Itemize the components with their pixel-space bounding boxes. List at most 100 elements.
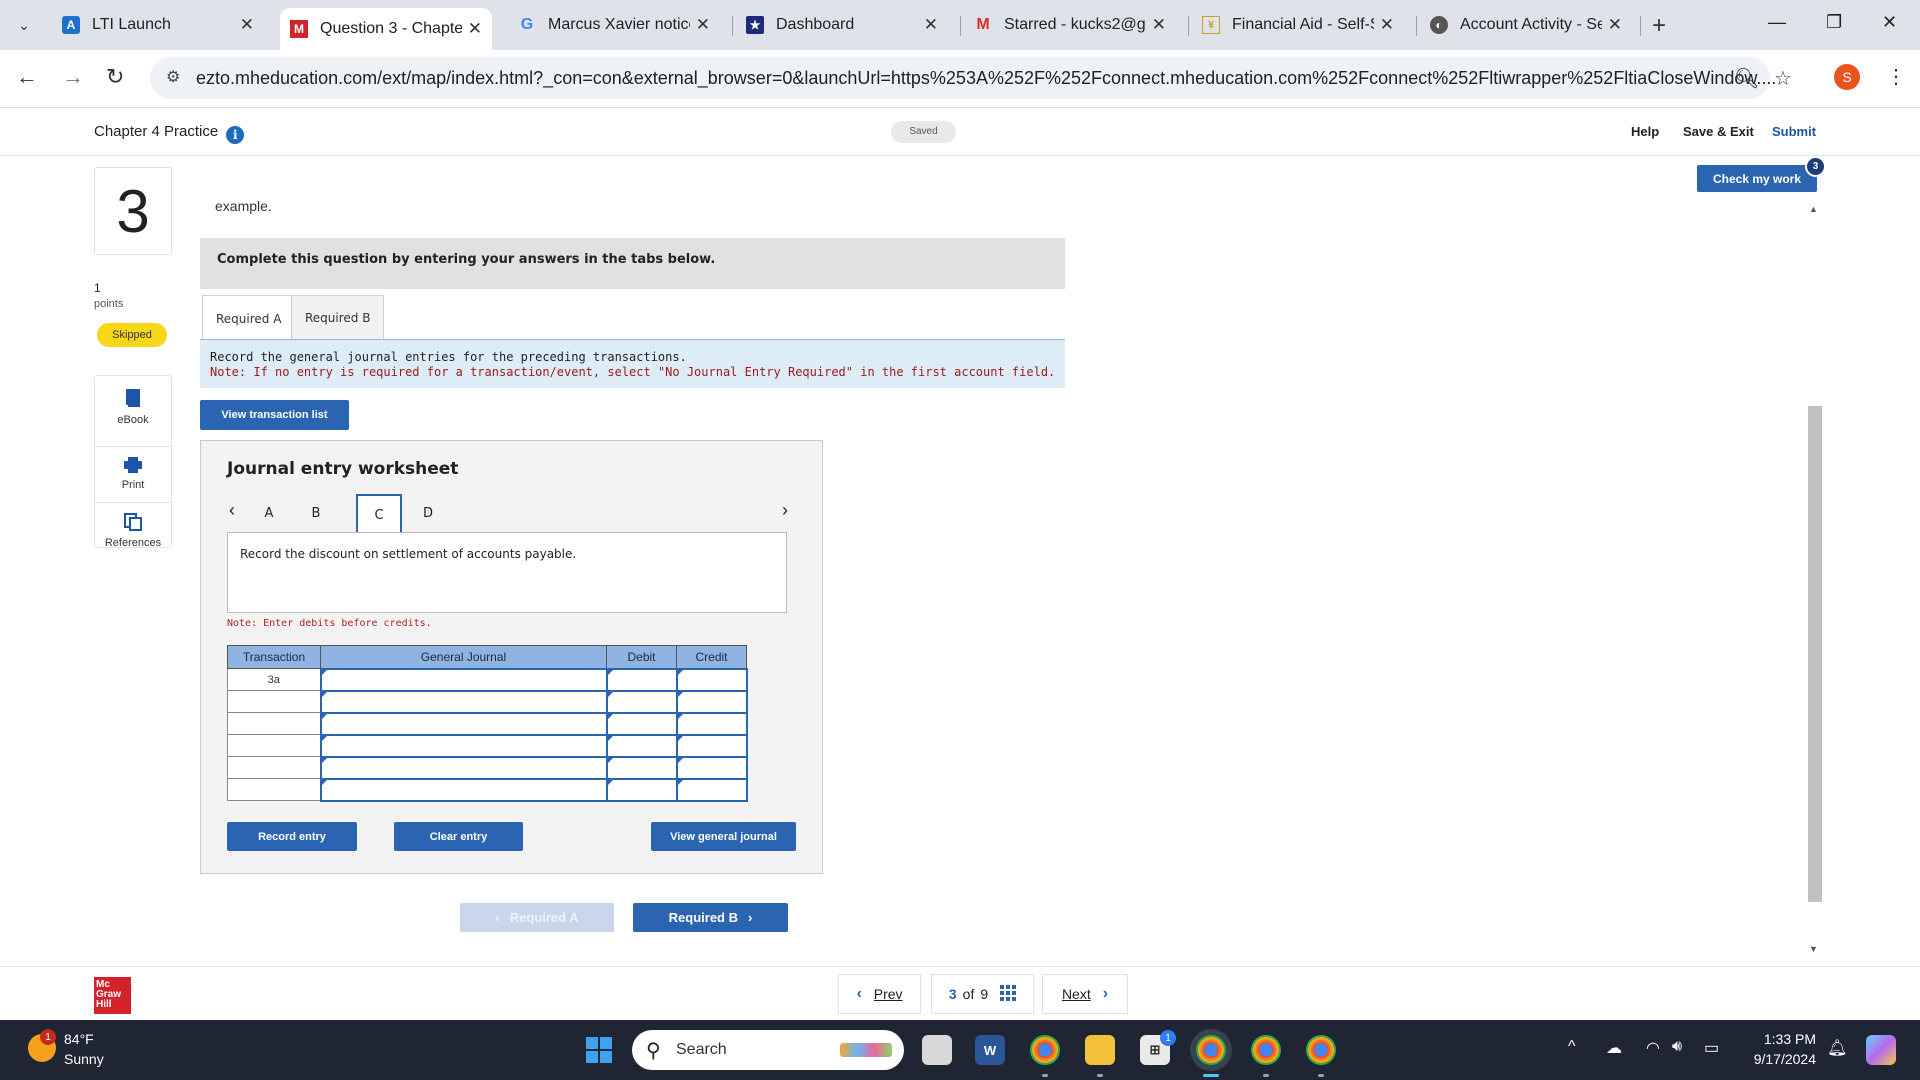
restore-icon[interactable]: ❐	[1826, 12, 1842, 33]
debit-input[interactable]	[605, 667, 678, 692]
browser-tab[interactable]: G Marcus Xavier notice ✕	[508, 8, 720, 42]
copilot-icon[interactable]	[1866, 1035, 1896, 1065]
view-general-journal-button[interactable]: View general journal	[651, 822, 796, 851]
back-icon[interactable]: ←	[16, 64, 38, 90]
browser-tab-active[interactable]: M Question 3 - Chapter ✕	[280, 8, 492, 50]
weather-condition[interactable]: Sunny	[64, 1051, 104, 1067]
debit-input[interactable]	[605, 711, 678, 736]
next-question-button[interactable]: Next ›	[1042, 974, 1128, 1014]
url-text[interactable]: ezto.mheducation.com/ext/map/index.html?…	[196, 68, 1856, 89]
credit-input[interactable]	[675, 689, 748, 714]
clear-entry-button[interactable]: Clear entry	[394, 822, 523, 851]
account-input[interactable]	[319, 755, 608, 780]
ebook-button[interactable]: eBook	[95, 388, 171, 426]
forward-icon[interactable]: →	[62, 64, 84, 90]
info-icon[interactable]: i	[226, 126, 245, 144]
debit-input[interactable]	[605, 777, 678, 802]
close-tab-icon[interactable]: ✕	[240, 15, 254, 35]
close-tab-icon[interactable]: ✕	[1380, 15, 1394, 35]
wifi-icon[interactable]: ◠	[1646, 1038, 1660, 1058]
credit-input[interactable]	[675, 733, 748, 758]
worksheet-tab-d[interactable]: D	[405, 494, 451, 534]
task-view-icon[interactable]	[922, 1035, 952, 1065]
chrome-profile-c-icon[interactable]	[1251, 1035, 1281, 1065]
debit-credit-note: Note: Enter debits before credits.	[227, 618, 432, 629]
browser-tab[interactable]: ◐ Account Activity - Se ✕	[1420, 8, 1632, 42]
next-required-button[interactable]: Required B ›	[633, 903, 788, 932]
credit-input[interactable]	[675, 755, 748, 780]
view-transaction-list-button[interactable]: View transaction list	[200, 400, 349, 430]
question-map-button[interactable]: 3 of 9	[931, 974, 1034, 1014]
notifications-bell-icon[interactable]: 🔔︎	[1827, 1038, 1847, 1058]
scrollbar-thumb[interactable]	[1808, 406, 1822, 902]
windows-start-icon[interactable]	[586, 1037, 612, 1063]
close-tab-icon[interactable]: ✕	[924, 15, 938, 35]
submit-link[interactable]: Submit	[1772, 124, 1816, 139]
debit-input[interactable]	[605, 755, 678, 780]
tab-required-b[interactable]: Required B	[291, 295, 385, 340]
zoom-icon[interactable]: 🔍︎	[1734, 66, 1759, 91]
table-row	[227, 755, 748, 780]
clock-date[interactable]: 9/17/2024	[1740, 1051, 1816, 1067]
save-exit-link[interactable]: Save & Exit	[1683, 124, 1754, 139]
tab-separator	[1416, 16, 1417, 36]
weather-temperature[interactable]: 84°F	[64, 1031, 94, 1047]
check-my-work-button[interactable]: Check my work	[1697, 165, 1817, 192]
reload-icon[interactable]: ↻	[106, 64, 124, 90]
instruction-text: Complete this question by entering your …	[217, 252, 716, 267]
tab-search-menu-button[interactable]: ⌄	[8, 11, 40, 39]
chrome-icon[interactable]	[1030, 1035, 1060, 1065]
close-tab-icon[interactable]: ✕	[696, 15, 710, 35]
chevron-right-icon[interactable]: ›	[782, 500, 788, 521]
scroll-up-icon[interactable]: ▲	[1809, 204, 1818, 214]
prev-required-button[interactable]: ‹ Required A	[460, 903, 614, 932]
chrome-profile-k-icon[interactable]	[1306, 1035, 1336, 1065]
account-input[interactable]	[319, 667, 608, 692]
references-button[interactable]: References	[95, 502, 171, 549]
browser-tab[interactable]: M Starred - kucks2@gm ✕	[964, 8, 1176, 42]
file-explorer-icon[interactable]	[1085, 1035, 1115, 1065]
close-tab-icon[interactable]: ✕	[468, 19, 482, 39]
transaction-cell	[227, 778, 321, 801]
battery-icon[interactable]: ▭	[1704, 1038, 1719, 1058]
chevron-left-icon[interactable]: ‹	[229, 500, 235, 521]
onedrive-icon[interactable]: ☁	[1606, 1038, 1622, 1058]
account-input[interactable]	[319, 777, 608, 802]
record-entry-button[interactable]: Record entry	[227, 822, 357, 851]
debit-input[interactable]	[605, 689, 678, 714]
debit-input[interactable]	[605, 733, 678, 758]
credit-input[interactable]	[675, 711, 748, 736]
close-window-icon[interactable]: ✕	[1882, 12, 1897, 33]
browser-tab[interactable]: A LTI Launch ✕	[52, 8, 264, 42]
taskbar-search[interactable]: ⚲ Search	[632, 1030, 904, 1070]
close-tab-icon[interactable]: ✕	[1608, 15, 1622, 35]
worksheet-tab-c[interactable]: C	[356, 494, 402, 534]
profile-avatar[interactable]: S	[1834, 64, 1860, 90]
worksheet-tab-b[interactable]: B	[293, 494, 339, 534]
scroll-down-icon[interactable]: ▼	[1809, 944, 1818, 954]
new-tab-button[interactable]: +	[1652, 12, 1666, 40]
volume-icon[interactable]: 🔊︎	[1672, 1038, 1682, 1056]
chrome-profile-icon[interactable]	[1196, 1035, 1226, 1065]
browser-tab[interactable]: ¥ Financial Aid - Self-S ✕	[1192, 8, 1404, 42]
clock-time[interactable]: 1:33 PM	[1760, 1031, 1816, 1047]
minimize-icon[interactable]: —	[1768, 12, 1786, 33]
word-icon[interactable]: W	[975, 1035, 1005, 1065]
credit-input[interactable]	[675, 777, 748, 802]
bookmark-star-icon[interactable]: ☆	[1774, 66, 1792, 91]
account-input[interactable]	[319, 689, 608, 714]
credit-input[interactable]	[675, 667, 748, 692]
worksheet-tab-a[interactable]: A	[246, 494, 292, 534]
account-input[interactable]	[319, 711, 608, 736]
tab-required-a[interactable]: Required A	[202, 295, 296, 341]
close-tab-icon[interactable]: ✕	[1152, 15, 1166, 35]
account-input[interactable]	[319, 733, 608, 758]
help-link[interactable]: Help	[1631, 124, 1659, 139]
print-button[interactable]: Print	[95, 446, 171, 491]
prev-question-button[interactable]: ‹ Prev	[838, 974, 921, 1014]
show-hidden-icons-icon[interactable]: ^	[1568, 1038, 1576, 1056]
address-bar[interactable]: ⚙ ezto.mheducation.com/ext/map/index.htm…	[150, 57, 1776, 99]
site-settings-icon[interactable]: ⚙	[166, 67, 180, 87]
browser-tab[interactable]: ★ Dashboard ✕	[736, 8, 948, 42]
browser-menu-icon[interactable]: ⋮	[1886, 64, 1906, 89]
